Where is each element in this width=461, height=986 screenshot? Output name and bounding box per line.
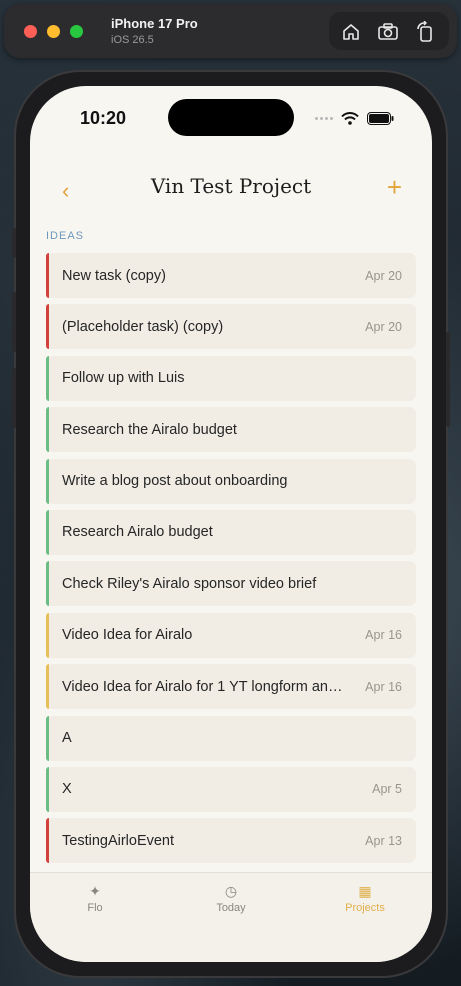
task-label: Research Airalo budget: [62, 524, 213, 541]
task-label: Video Idea for Airalo: [62, 627, 193, 644]
rotate-icon: [417, 21, 432, 42]
priority-bar: [46, 253, 49, 298]
camera-icon: [378, 23, 398, 40]
task-row[interactable]: X Apr 5: [46, 766, 416, 812]
rotate-button[interactable]: [413, 20, 437, 44]
battery-icon: [367, 112, 394, 125]
phone-screen: 10:20 ‹ Vin Test Project + IDEAS New tas…: [30, 86, 432, 962]
task-row[interactable]: TestingAirloEvent Apr 13: [46, 818, 416, 864]
volume-down-button: [12, 368, 16, 428]
task-row[interactable]: Video Idea for Airalo for 1 YT longform …: [46, 664, 416, 710]
task-label: New task (copy): [62, 267, 166, 284]
close-window-button[interactable]: [24, 25, 37, 38]
simulator-toolbar: iPhone 17 Pro iOS 26.5: [4, 4, 457, 58]
volume-up-button: [12, 292, 16, 352]
action-button: [12, 228, 16, 258]
home-button[interactable]: [339, 20, 363, 44]
clock-icon: ◷: [224, 883, 238, 899]
task-list: New task (copy) Apr 20 (Placeholder task)…: [46, 253, 416, 870]
status-time: 10:20: [80, 108, 127, 128]
home-icon: [343, 24, 359, 40]
priority-bar: [46, 612, 49, 658]
wifi-icon: [341, 112, 359, 125]
priority-bar: [46, 509, 49, 555]
priority-bar: [46, 407, 49, 453]
task-date: Apr 20: [365, 319, 402, 334]
minimize-window-button[interactable]: [47, 25, 60, 38]
task-label: Write a blog post about onboarding: [62, 473, 288, 490]
priority-bar: [46, 766, 49, 812]
tab-label: Projects: [345, 902, 385, 914]
priority-bar: [46, 561, 49, 607]
zoom-window-button[interactable]: [70, 25, 83, 38]
tab-label: Today: [216, 902, 246, 914]
task-label: Video Idea for Airalo for 1 YT longform …: [62, 678, 343, 695]
task-row[interactable]: Research Airalo budget: [46, 509, 416, 555]
grid-icon: ▦: [358, 883, 372, 899]
add-task-button[interactable]: +: [387, 172, 402, 203]
os-version: iOS 26.5: [111, 34, 154, 46]
priority-bar: [46, 664, 49, 710]
tab-bar: ✦ Flo ◷ Today ▦ Projects: [30, 872, 432, 962]
priority-bar: [46, 818, 49, 864]
priority-bar: [46, 458, 49, 504]
tab-label: Flo: [87, 902, 103, 914]
section-title: IDEAS: [46, 230, 85, 242]
device-name: iPhone 17 Pro: [111, 16, 198, 31]
task-label: (Placeholder task) (copy): [62, 318, 224, 335]
task-row[interactable]: New task (copy) Apr 20: [46, 253, 416, 298]
task-row[interactable]: Video Idea for Airalo Apr 16: [46, 612, 416, 658]
toolbar-actions: [329, 12, 449, 50]
task-row[interactable]: (Placeholder task) (copy) Apr 20: [46, 304, 416, 350]
task-row[interactable]: Check Riley's Airalo sponsor video brief: [46, 561, 416, 607]
task-date: Apr 20: [365, 268, 402, 283]
task-label: A: [62, 730, 72, 747]
task-date: Apr 16: [365, 628, 402, 643]
priority-bar: [46, 715, 49, 761]
task-row[interactable]: Research the Airalo budget: [46, 407, 416, 453]
power-button: [446, 332, 450, 427]
task-label: Research the Airalo budget: [62, 421, 237, 438]
dynamic-island: [168, 99, 294, 136]
task-label: Check Riley's Airalo sponsor video brief: [62, 575, 317, 592]
signal-icon: [315, 117, 333, 120]
task-date: Apr 5: [372, 782, 402, 797]
priority-bar: [46, 304, 49, 350]
task-row[interactable]: Follow up with Luis: [46, 355, 416, 401]
task-date: Apr 16: [365, 679, 402, 694]
screenshot-button[interactable]: [376, 20, 400, 44]
task-label: Follow up with Luis: [62, 370, 185, 387]
tab-today[interactable]: ◷ Today: [176, 883, 286, 914]
priority-bar: [46, 355, 49, 401]
task-label: X: [62, 781, 72, 798]
sparkle-icon: ✦: [89, 883, 101, 899]
tab-flo[interactable]: ✦ Flo: [40, 883, 150, 914]
task-label: TestingAirloEvent: [62, 832, 175, 849]
task-row[interactable]: Write a blog post about onboarding: [46, 458, 416, 504]
task-row[interactable]: A: [46, 715, 416, 761]
page-title: Vin Test Project: [150, 174, 312, 198]
task-date: Apr 13: [365, 833, 402, 848]
status-indicators: [315, 112, 394, 125]
tab-projects[interactable]: ▦ Projects: [310, 883, 420, 914]
